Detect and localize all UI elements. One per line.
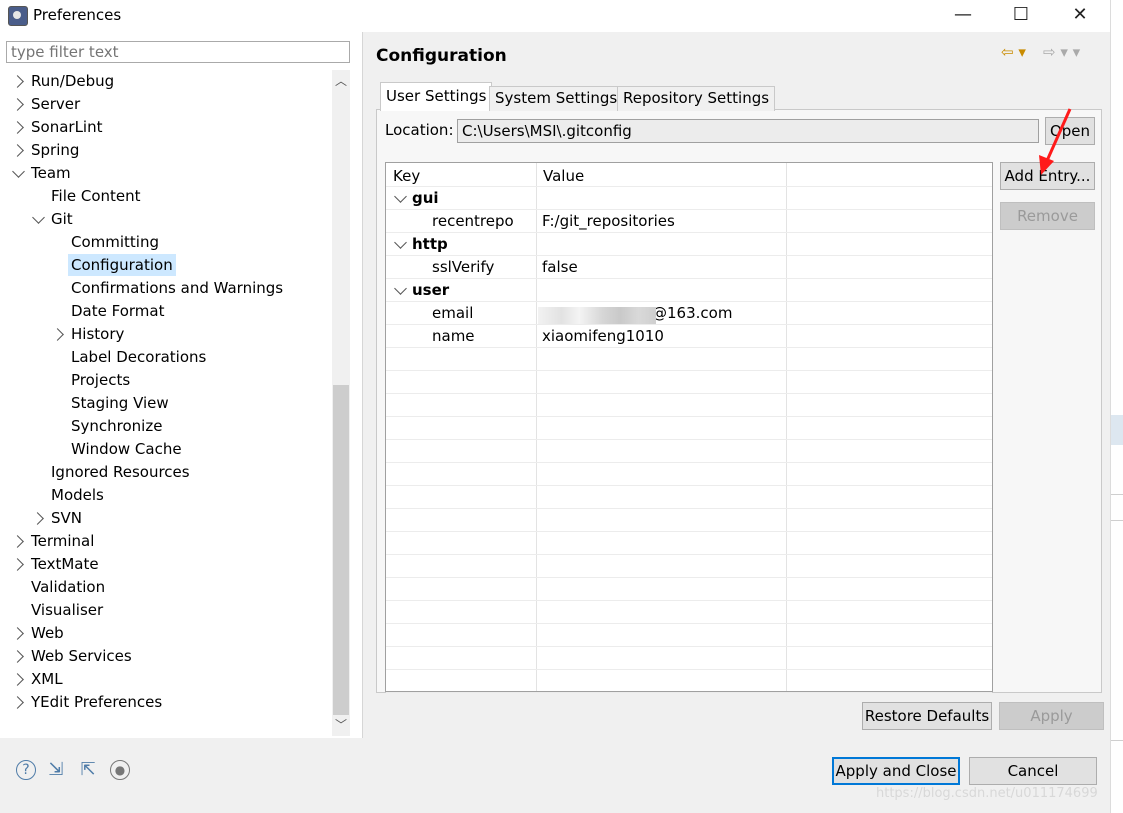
close-button[interactable]: ✕ (1057, 0, 1103, 32)
tree-item-label: Date Format (71, 302, 165, 320)
table-row[interactable] (386, 624, 992, 647)
tree-item-label: History (71, 325, 125, 343)
background-divider (1111, 520, 1123, 521)
table-row[interactable] (386, 601, 992, 624)
table-row[interactable] (386, 348, 992, 371)
location-field[interactable]: C:\Users\MSI\.gitconfig (457, 119, 1039, 143)
config-value: @163.com (652, 304, 733, 322)
tree-item-label: Web (31, 624, 64, 642)
record-icon[interactable]: ● (110, 760, 130, 780)
tree-item-label: Git (51, 210, 73, 228)
tab-system-settings[interactable]: System Settings (489, 86, 624, 111)
tree-item-label: Terminal (31, 532, 95, 550)
redacted-email-blur (538, 307, 656, 324)
tree-item-label: Visualiser (31, 601, 104, 619)
table-row[interactable] (386, 463, 992, 486)
config-value: xiaomifeng1010 (542, 327, 664, 345)
tree-item-label: Ignored Resources (51, 463, 190, 481)
table-row[interactable] (386, 578, 992, 601)
tree-item-label: Run/Debug (31, 72, 115, 90)
table-row[interactable] (386, 187, 992, 210)
config-section-key: http (412, 235, 448, 253)
filter-input[interactable] (6, 41, 350, 63)
apply-and-close-button[interactable]: Apply and Close (832, 757, 960, 785)
minimize-button[interactable]: — (940, 0, 986, 32)
restore-defaults-button[interactable]: Restore Defaults (862, 702, 992, 730)
table-row[interactable] (386, 647, 992, 670)
table-row[interactable] (386, 509, 992, 532)
table-header-row (386, 164, 992, 187)
tree-item-label: TextMate (31, 555, 99, 573)
config-key: recentrepo (432, 212, 514, 230)
config-section-key: user (412, 281, 450, 299)
tab-repository-settings[interactable]: Repository Settings (617, 86, 776, 111)
eclipse-app-icon (8, 6, 28, 26)
tree-item-label: Models (51, 486, 104, 504)
tree-item-label: Staging View (71, 394, 169, 412)
tree-item-label: Server (31, 95, 81, 113)
config-key: name (432, 327, 475, 345)
background-divider (1111, 494, 1123, 495)
tree-item-label: Configuration (68, 254, 176, 276)
remove-button[interactable]: Remove (1000, 202, 1095, 230)
config-key: sslVerify (432, 258, 495, 276)
tab-user-settings[interactable]: User Settings (380, 82, 493, 111)
help-icon[interactable]: ? (16, 760, 36, 780)
tree-item-label: Web Services (31, 647, 132, 665)
table-row[interactable] (386, 532, 992, 555)
tree-item-label: XML (31, 670, 63, 688)
tree-item-label: Spring (31, 141, 80, 159)
apply-button[interactable]: Apply (999, 702, 1104, 730)
tree-item-label: SonarLint (31, 118, 103, 136)
tree-item-label: Validation (31, 578, 106, 596)
table-row[interactable] (386, 670, 992, 693)
cancel-button[interactable]: Cancel (969, 757, 1097, 785)
tree-item-label: Confirmations and Warnings (71, 279, 284, 297)
page-title: Configuration (376, 46, 507, 66)
scroll-up-icon[interactable]: ︿ (335, 72, 347, 89)
table-row[interactable] (386, 233, 992, 256)
table-row[interactable] (386, 486, 992, 509)
window-title: Preferences (33, 6, 122, 24)
import-icon[interactable]: ⇲ (46, 760, 66, 780)
table-row[interactable] (386, 555, 992, 578)
maximize-button[interactable]: ☐ (998, 0, 1044, 32)
export-icon[interactable]: ⇱ (78, 760, 98, 780)
config-value: false (542, 258, 578, 276)
tree-item-label: Label Decorations (71, 348, 207, 366)
tree-item-label: YEdit Preferences (31, 693, 163, 711)
tree-scrollbar-thumb[interactable] (333, 385, 349, 715)
tree-item-label: Synchronize (71, 417, 163, 435)
background-window-edge (1110, 0, 1123, 813)
watermark-text: https://blog.csdn.net/u011174699 (876, 786, 1098, 801)
tree-item-label: Committing (71, 233, 160, 251)
config-key: email (432, 304, 474, 322)
table-row[interactable] (386, 417, 992, 440)
tree-item-label: Team (31, 164, 71, 182)
back-nav-icon[interactable]: ⇦ ▾ (1001, 43, 1026, 61)
tree-item-label: File Content (51, 187, 141, 205)
table-row[interactable] (386, 279, 992, 302)
annotation-arrow-icon (1039, 108, 1072, 175)
tree-item-label: Window Cache (71, 440, 182, 458)
table-row[interactable] (386, 440, 992, 463)
config-section-key: gui (412, 189, 439, 207)
forward-nav-icon[interactable]: ⇨ ▾ ▾ (1043, 43, 1080, 61)
table-row[interactable] (386, 371, 992, 394)
scroll-down-icon[interactable]: ﹀ (335, 716, 347, 733)
location-label: Location: (385, 121, 454, 139)
config-value: F:/git_repositories (542, 212, 675, 230)
background-highlight (1111, 415, 1123, 445)
table-row[interactable] (386, 325, 992, 348)
background-divider (1111, 740, 1123, 741)
table-row[interactable] (386, 394, 992, 417)
tree-item-label: SVN (51, 509, 83, 527)
tree-item-label: Projects (71, 371, 131, 389)
